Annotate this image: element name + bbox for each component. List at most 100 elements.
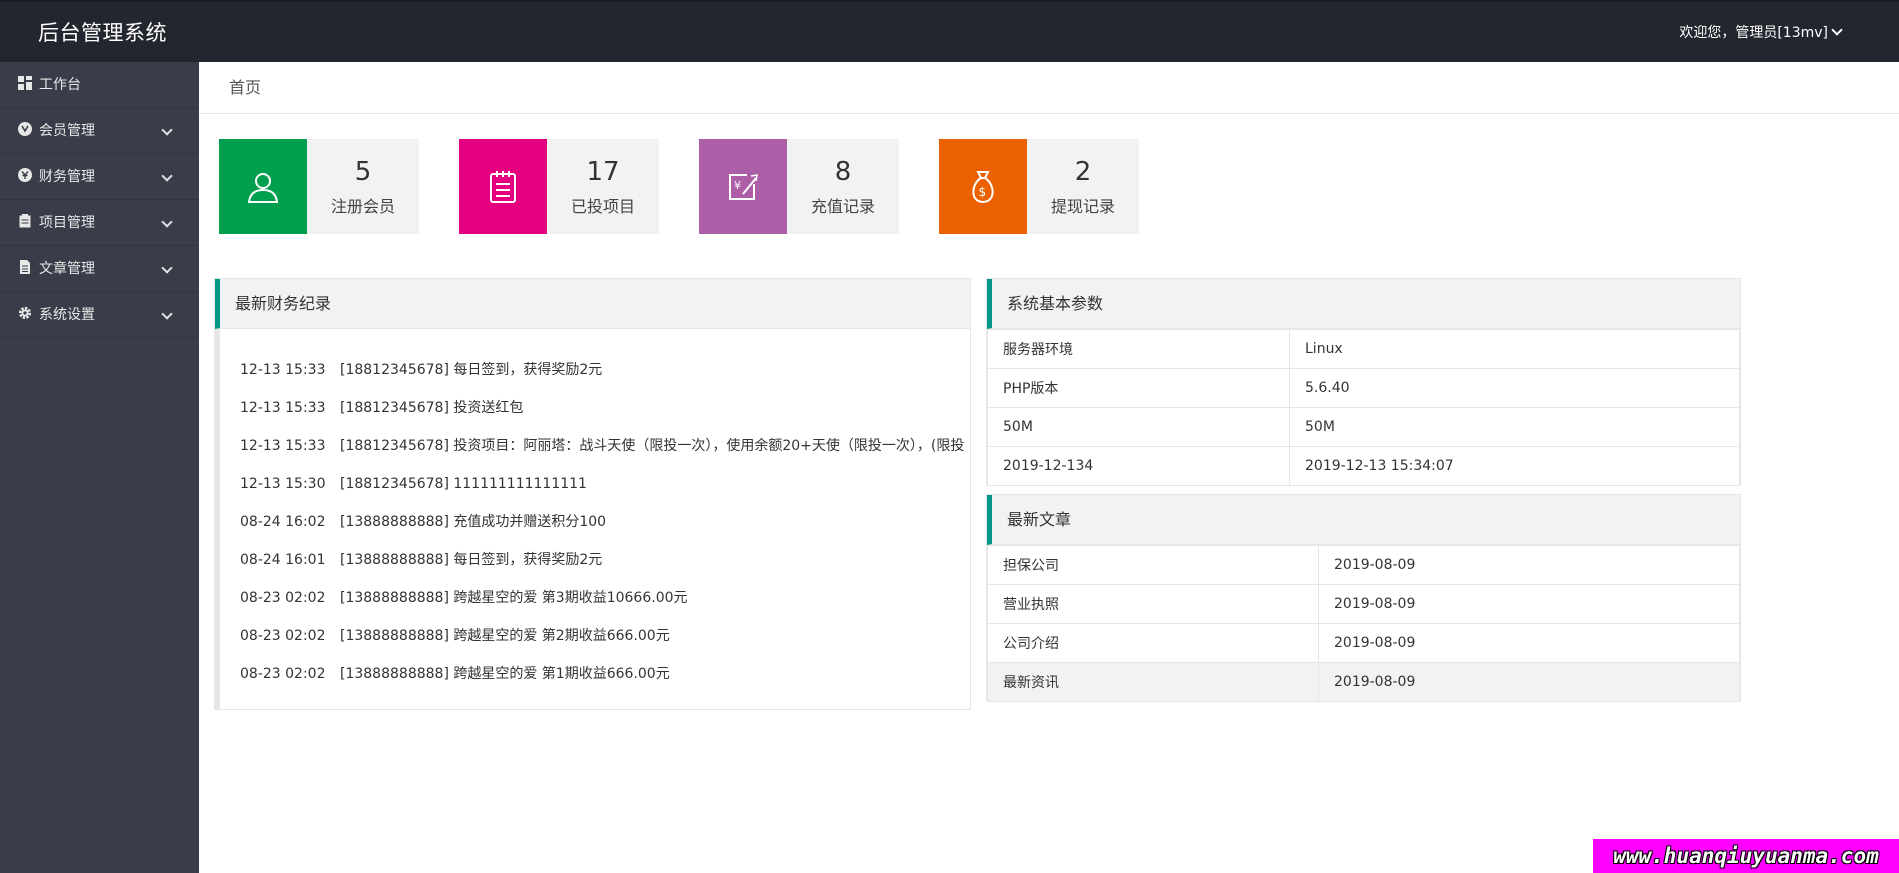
record-text: [13888888888] 充值成功并赠送积分100: [340, 514, 607, 530]
record-time: 08-24 16:01: [240, 552, 326, 568]
sidebar-item-members[interactable]: 会员管理: [0, 108, 199, 154]
panel-title: 最新财务纪录: [215, 279, 970, 329]
table-row[interactable]: 营业执照 2019-08-09: [987, 584, 1740, 624]
record-text: [13888888888] 跨越星空的爱 第3期收益10666.00元: [340, 590, 688, 606]
table-row: 50M 50M: [987, 407, 1740, 447]
stat-card-withdraw[interactable]: $ 2 提现记录: [939, 139, 1139, 234]
article-title[interactable]: 公司介绍: [987, 623, 1319, 663]
sidebar-item-label: 工作台: [39, 77, 81, 93]
list-item: 12-13 15:33 [18812345678] 投资项目：阿丽塔：战斗天使（限…: [240, 427, 970, 465]
user-menu[interactable]: 欢迎您，管理员[13mv]: [1679, 2, 1843, 64]
article-date: 2019-08-09: [1318, 545, 1740, 585]
chevron-down-icon: [161, 262, 173, 274]
article-date: 2019-08-09: [1318, 662, 1740, 702]
top-header: 后台管理系统 欢迎您，管理员[13mv]: [0, 0, 1899, 62]
sidebar-item-settings[interactable]: 系统设置: [0, 292, 199, 338]
stat-icon-box: [459, 139, 547, 234]
svg-text:¥: ¥: [734, 179, 741, 192]
record-time: 08-23 02:02: [240, 590, 326, 606]
stat-label: 充值记录: [810, 197, 875, 216]
record-text: [18812345678] 投资送红包: [340, 400, 524, 416]
article-title[interactable]: 担保公司: [987, 545, 1319, 585]
record-text: [18812345678] 投资项目：阿丽塔：战斗天使（限投一次），使用余额20…: [340, 438, 965, 454]
stat-value: 5: [354, 157, 372, 187]
info-value: 2019-12-13 15:34:07: [1289, 446, 1740, 486]
stat-value: 2: [1074, 157, 1092, 187]
record-time: 08-23 02:02: [240, 666, 326, 682]
chevron-down-icon: [1831, 24, 1843, 36]
notepad-icon: [490, 170, 516, 203]
stat-value: 8: [834, 157, 852, 187]
system-info-panel: 系统基本参数 服务器环境 Linux PHP版本 5.6.40 50M 50M 201…: [986, 278, 1741, 486]
list-item: 08-23 02:02 [13888888888] 跨越星空的爱 第3期收益106…: [240, 579, 970, 617]
sidebar-item-dashboard[interactable]: 工作台: [0, 62, 199, 108]
record-time: 08-24 16:02: [240, 514, 326, 530]
articles-table: 担保公司 2019-08-09 营业执照 2019-08-09 公司介绍 2019-0…: [987, 545, 1740, 702]
chevron-down-icon: [161, 170, 173, 182]
stat-value: 17: [586, 157, 620, 187]
list-item: 12-13 15:33 [18812345678] 投资送红包: [240, 389, 970, 427]
info-key: 服务器环境: [987, 329, 1290, 369]
stat-card-recharge[interactable]: ¥ 8 充值记录: [699, 139, 899, 234]
info-value: 50M: [1289, 407, 1740, 447]
stat-card-members[interactable]: 5 注册会员: [219, 139, 419, 234]
gear-icon: [18, 306, 32, 320]
sidebar-item-label: 项目管理: [39, 215, 95, 231]
chevron-down-icon: [161, 216, 173, 228]
sidebar-item-label: 系统设置: [39, 307, 95, 323]
list-item: 08-23 02:02 [13888888888] 跨越星空的爱 第1期收益666…: [240, 655, 970, 693]
table-row: 2019-12-134 2019-12-13 15:34:07: [987, 446, 1740, 486]
table-row[interactable]: 担保公司 2019-08-09: [987, 545, 1740, 585]
info-key: 50M: [987, 407, 1290, 447]
main-content: 首页 5 注册会员 17 已投项目 ¥ 8 充值记录 $ 2 提现记录 最新财务…: [199, 62, 1899, 873]
list-item: 08-24 16:01 [13888888888] 每日签到，获得奖励2元: [240, 541, 970, 579]
stat-icon-box: ¥: [699, 139, 787, 234]
info-key: PHP版本: [987, 368, 1290, 408]
article-title[interactable]: 营业执照: [987, 584, 1319, 624]
finance-icon: [18, 168, 32, 182]
sidebar-item-projects[interactable]: 项目管理: [0, 200, 199, 246]
project-icon: [19, 214, 31, 228]
stat-label: 提现记录: [1050, 197, 1115, 216]
breadcrumb[interactable]: 首页: [199, 62, 1899, 114]
stat-icon-box: $: [939, 139, 1027, 234]
record-text: [13888888888] 每日签到，获得奖励2元: [340, 552, 603, 568]
sidebar-item-label: 文章管理: [39, 261, 95, 277]
article-icon: [20, 260, 30, 274]
finance-list: 12-13 15:33 [18812345678] 每日签到，获得奖励2元 12-…: [215, 329, 970, 709]
table-row[interactable]: 公司介绍 2019-08-09: [987, 623, 1740, 663]
table-row[interactable]: 最新资讯 2019-08-09: [987, 662, 1740, 702]
record-time: 12-13 15:33: [240, 362, 326, 378]
chevron-down-icon: [161, 124, 173, 136]
articles-panel: 最新文章 担保公司 2019-08-09 营业执照 2019-08-09 公司介绍 2…: [986, 494, 1741, 702]
list-item: 08-23 02:02 [13888888888] 跨越星空的爱 第2期收益666…: [240, 617, 970, 655]
system-info-table: 服务器环境 Linux PHP版本 5.6.40 50M 50M 2019-12-13…: [987, 329, 1740, 486]
record-text: [18812345678] 111111111111111: [340, 476, 587, 492]
sidebar-item-label: 会员管理: [39, 123, 95, 139]
sidebar-item-articles[interactable]: 文章管理: [0, 246, 199, 292]
info-value: 5.6.40: [1289, 368, 1740, 408]
sidebar-item-finance[interactable]: 财务管理: [0, 154, 199, 200]
record-time: 08-23 02:02: [240, 628, 326, 644]
sidebar: 工作台 会员管理 财务管理 项目管理 文章管理 系统设置: [0, 62, 199, 873]
app-logo[interactable]: 后台管理系统: [38, 2, 167, 64]
record-text: [13888888888] 跨越星空的爱 第2期收益666.00元: [340, 628, 670, 644]
table-row: 服务器环境 Linux: [987, 329, 1740, 369]
stat-label: 注册会员: [330, 197, 395, 216]
stat-card-investments[interactable]: 17 已投项目: [459, 139, 659, 234]
finance-panel: 最新财务纪录 12-13 15:33 [18812345678] 每日签到，获得奖…: [214, 278, 971, 710]
svg-text:$: $: [979, 185, 987, 199]
record-time: 12-13 15:33: [240, 400, 326, 416]
article-title[interactable]: 最新资讯: [987, 662, 1319, 702]
info-value: Linux: [1289, 329, 1740, 369]
article-date: 2019-08-09: [1318, 584, 1740, 624]
user-greeting: 欢迎您，管理员[13mv]: [1679, 25, 1828, 41]
member-icon: [18, 122, 32, 136]
recharge-icon: ¥: [729, 173, 758, 200]
sidebar-item-label: 财务管理: [39, 169, 95, 185]
list-item: 12-13 15:33 [18812345678] 每日签到，获得奖励2元: [240, 351, 970, 389]
panel-title: 系统基本参数: [987, 279, 1740, 329]
watermark: www.huanqiuyuanma.com: [1593, 839, 1899, 873]
chevron-down-icon: [161, 308, 173, 320]
list-item: 12-13 15:30 [18812345678] 111111111111111: [240, 465, 970, 503]
